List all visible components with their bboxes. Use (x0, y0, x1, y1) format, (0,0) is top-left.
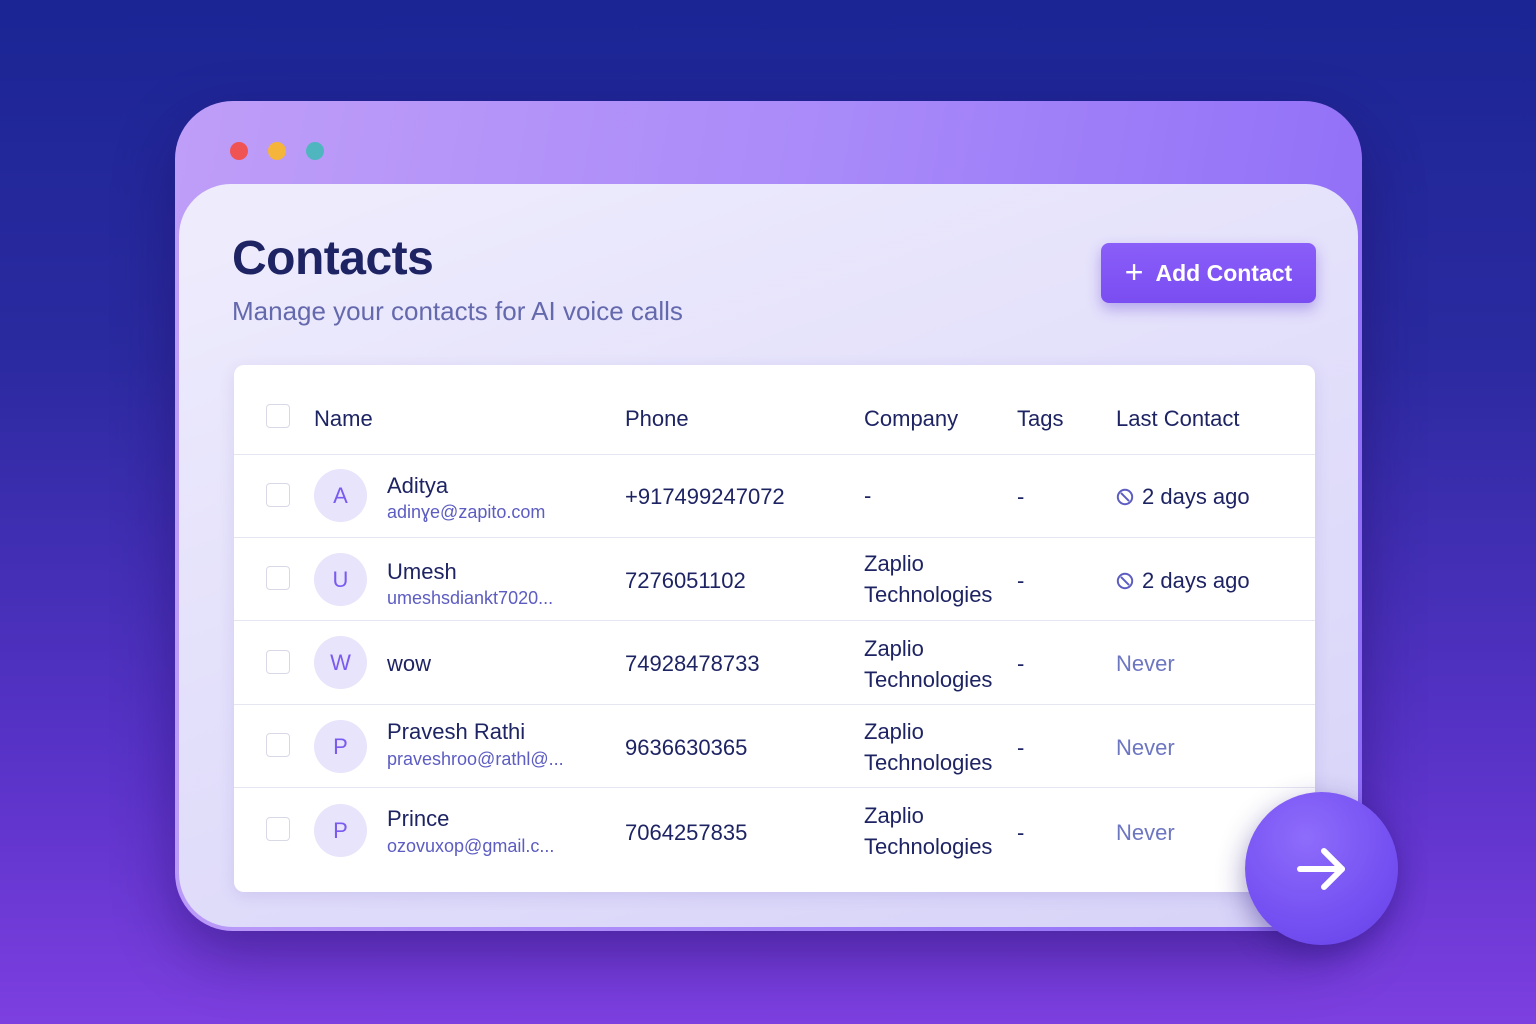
close-dot[interactable] (230, 142, 248, 160)
company-line: - (864, 483, 872, 508)
contact-phone: +917499247072 (625, 484, 785, 509)
contact-tags: - (1017, 568, 1025, 593)
table-row[interactable]: U Umesh umeshsdiankt7020... 7276051102 Z… (234, 537, 1315, 621)
row-checkbox[interactable] (266, 817, 290, 841)
window-controls (230, 142, 324, 160)
contact-email: praveshroo@rathl@... (387, 749, 564, 769)
avatar: P (314, 804, 367, 857)
app-window: Contacts Manage your contacts for AI voi… (175, 101, 1362, 931)
contact-name: wow (387, 651, 432, 676)
page-subtitle: Manage your contacts for AI voice calls (232, 296, 683, 326)
column-header-company[interactable]: Company (864, 406, 958, 432)
contact-tags: - (1017, 820, 1025, 845)
row-checkbox[interactable] (266, 650, 290, 674)
company-line: Technologies (864, 834, 993, 859)
last-contact: Never (1116, 735, 1175, 761)
add-contact-label: Add Contact (1155, 259, 1293, 286)
column-header-name[interactable]: Name (314, 406, 373, 432)
contact-name: Umesh (387, 559, 457, 584)
company-line: Zaplio (864, 636, 924, 661)
contact-phone: 74928478733 (625, 651, 760, 676)
contact-company: Zaplio Technologies (864, 800, 992, 862)
avatar: A (314, 469, 367, 522)
column-header-phone[interactable]: Phone (625, 406, 689, 432)
last-contact: 2 days ago (1116, 484, 1250, 510)
contact-tags: - (1017, 651, 1025, 676)
company-line: Zaplio (864, 719, 924, 744)
table-row[interactable]: W wow 74928478733 Zaplio Technologies - … (234, 621, 1315, 705)
page-title: Contacts (232, 232, 434, 285)
contact-phone: 7276051102 (625, 568, 746, 593)
contact-name: Pravesh Rathi (387, 719, 526, 744)
content-panel: Contacts Manage your contacts for AI voi… (179, 184, 1358, 927)
avatar: P (314, 720, 367, 773)
row-checkbox[interactable] (266, 483, 290, 507)
contact-company: Zaplio Technologies (864, 716, 992, 778)
company-line: Zaplio (864, 551, 924, 576)
contact-phone: 7064257835 (625, 820, 748, 845)
table-row[interactable]: A Aditya adinɣe@zapito.com +917499247072… (234, 454, 1315, 538)
maximize-dot[interactable] (306, 142, 324, 160)
contact-phone: 9636630365 (625, 735, 748, 760)
row-checkbox[interactable] (266, 733, 290, 757)
contact-company: Zaplio Technologies (864, 633, 992, 695)
column-header-tags[interactable]: Tags (1017, 406, 1063, 432)
contact-company: - (864, 480, 871, 511)
clock-icon (1116, 572, 1134, 590)
avatar: W (314, 636, 367, 689)
last-contact: 2 days ago (1116, 568, 1250, 594)
last-contact-text: Never (1116, 820, 1175, 845)
arrow-right-icon (1296, 847, 1345, 890)
last-contact-text: Never (1116, 735, 1175, 760)
contact-name: Prince (387, 806, 450, 831)
contact-name: Aditya (387, 473, 449, 498)
clock-icon (1116, 488, 1134, 506)
company-line: Technologies (864, 750, 993, 775)
contact-email: umeshsdiankt7020... (387, 588, 554, 608)
avatar: U (314, 553, 367, 606)
last-contact-text: 2 days ago (1142, 568, 1250, 593)
contact-company: Zaplio Technologies (864, 548, 992, 610)
column-header-last-contact[interactable]: Last Contact (1116, 406, 1240, 432)
contact-email: ozovuxop@gmail.c... (387, 836, 555, 856)
last-contact-text: 2 days ago (1142, 484, 1250, 509)
table-row[interactable]: P Pravesh Rathi praveshroo@rathl@... 963… (234, 704, 1315, 788)
row-checkbox[interactable] (266, 566, 290, 590)
add-contact-button[interactable]: + Add Contact (1101, 243, 1316, 303)
plus-icon: + (1124, 253, 1144, 290)
contacts-table: Name Phone Company Tags Last Contact A A… (234, 365, 1315, 892)
contact-tags: - (1017, 484, 1025, 509)
next-arrow-button[interactable] (1245, 792, 1398, 945)
minimize-dot[interactable] (268, 142, 286, 160)
last-contact: Never (1116, 651, 1175, 677)
contact-email: adinɣe@zapito.com (387, 502, 546, 522)
select-all-checkbox[interactable] (266, 404, 290, 428)
company-line: Technologies (864, 667, 993, 692)
contact-tags: - (1017, 735, 1025, 760)
company-line: Technologies (864, 582, 993, 607)
company-line: Zaplio (864, 803, 924, 828)
last-contact: Never (1116, 820, 1175, 846)
table-header-row: Name Phone Company Tags Last Contact (234, 365, 1315, 455)
table-row[interactable]: P Prince ozovuxop@gmail.c... 7064257835 … (234, 788, 1315, 871)
last-contact-text: Never (1116, 651, 1175, 676)
